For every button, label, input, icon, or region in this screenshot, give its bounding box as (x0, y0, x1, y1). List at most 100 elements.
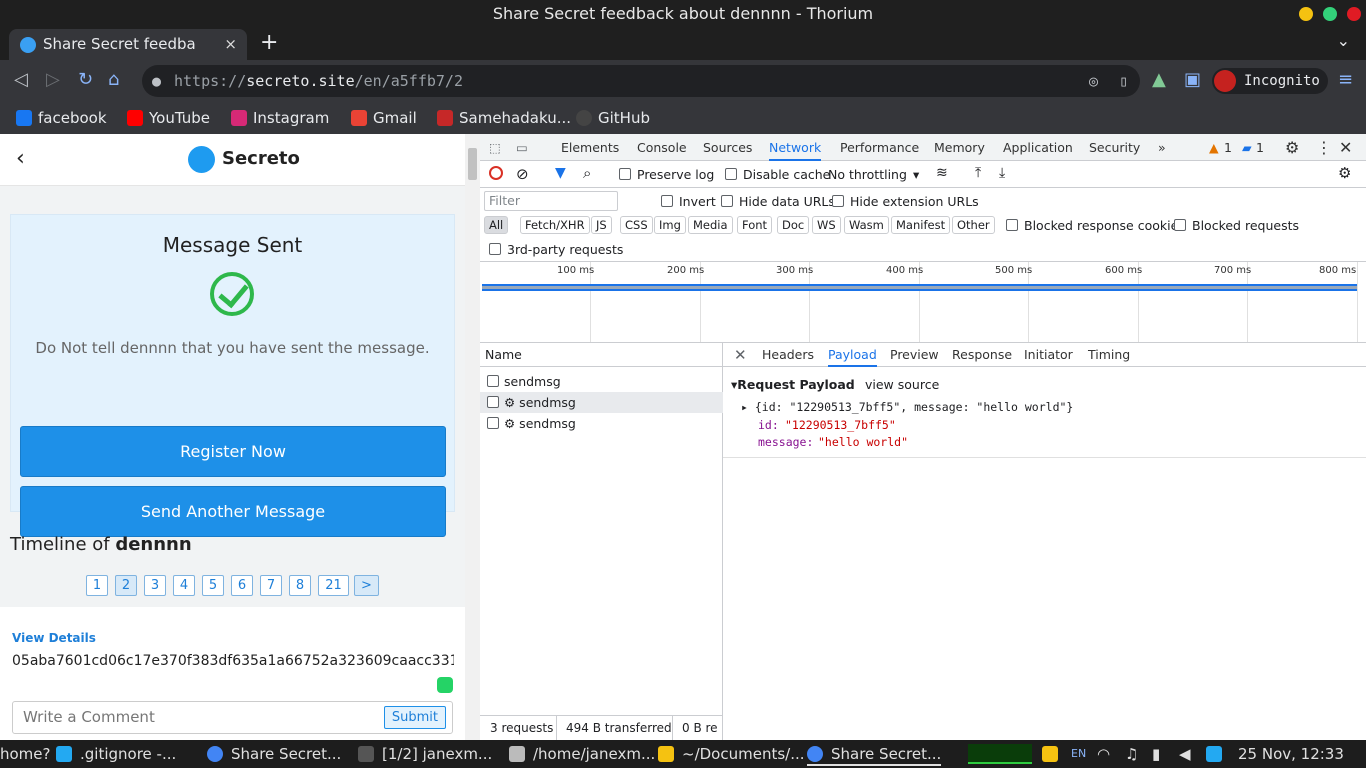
filter-input[interactable]: Filter (484, 191, 618, 211)
type-filter-ws[interactable]: WS (812, 216, 841, 234)
view-source-link[interactable]: view source (865, 377, 939, 392)
taskbar-item-browser[interactable]: Share Secret... (207, 744, 341, 764)
page-link[interactable]: 6 (231, 575, 253, 596)
bookmark-facebook[interactable]: facebook (16, 108, 107, 128)
page-link[interactable]: 4 (173, 575, 195, 596)
lab-flask-icon[interactable]: ▲ (1152, 70, 1166, 90)
hide-extension-urls-checkbox[interactable] (832, 195, 844, 207)
bookmark-youtube[interactable]: YouTube (127, 108, 210, 128)
type-filter-manifest[interactable]: Manifest (891, 216, 951, 234)
network-settings-icon[interactable]: ⚙ (1338, 164, 1351, 182)
page-link[interactable]: 21 (318, 575, 349, 596)
export-har-icon[interactable]: ⤓ (999, 165, 1005, 181)
type-filter-css[interactable]: CSS (620, 216, 653, 234)
comment-input[interactable]: Write a Comment Submit (12, 701, 453, 734)
message-icon[interactable]: ▰ (1242, 134, 1252, 161)
cpu-graph-widget[interactable] (968, 744, 1032, 764)
row-checkbox[interactable] (487, 375, 499, 387)
request-row[interactable]: ⚙ sendmsg (480, 413, 723, 434)
close-window-button[interactable] (1347, 7, 1361, 21)
throttling-chevron-icon[interactable]: ▾ (913, 167, 919, 182)
clear-icon[interactable]: ⊘ (516, 165, 529, 183)
device-toolbar-icon[interactable]: ▭ (516, 134, 528, 161)
new-tab-button[interactable]: + (260, 29, 278, 57)
page-scrollbar[interactable] (465, 134, 480, 740)
keyboard-layout[interactable]: EN (1071, 744, 1086, 764)
home-icon[interactable]: ⌂ (108, 70, 119, 90)
volume-icon[interactable]: ◀ (1179, 744, 1191, 764)
kebab-menu-icon[interactable]: ⋮ (1316, 134, 1332, 161)
detail-tab-payload[interactable]: Payload (828, 343, 877, 367)
type-filter-img[interactable]: Img (654, 216, 686, 234)
type-filter-all[interactable]: All (484, 216, 509, 234)
request-row[interactable]: sendmsg (480, 371, 723, 392)
detail-tab-initiator[interactable]: Initiator (1024, 343, 1073, 367)
type-filter-fetch[interactable]: Fetch/XHR (520, 216, 590, 234)
minimize-button[interactable] (1299, 7, 1313, 21)
clock[interactable]: 25 Nov, 12:33 (1238, 744, 1344, 764)
eye-off-icon[interactable]: ◎ (1089, 65, 1098, 97)
tab-performance[interactable]: Performance (840, 134, 919, 161)
payload-summary[interactable]: ▸ {id: "12290513_7bff5", message: "hello… (741, 400, 1073, 414)
back-chevron-icon[interactable]: ‹ (16, 146, 25, 171)
invert-checkbox[interactable] (661, 195, 673, 207)
notes-icon[interactable] (1042, 744, 1066, 764)
incognito-badge[interactable]: Incognito (1212, 68, 1328, 94)
reload-icon[interactable]: ↻ (78, 70, 93, 90)
inspect-element-icon[interactable]: ⬚ (489, 134, 501, 161)
tab-search-chevron-icon[interactable]: ⌄ (1337, 31, 1350, 50)
wifi-icon[interactable]: ◠ (1097, 744, 1110, 764)
bookmark-samehadaku[interactable]: Samehadaku... (437, 108, 571, 128)
tab-elements[interactable]: Elements (561, 134, 619, 161)
name-column-header[interactable]: Name (480, 343, 723, 367)
settings-gear-icon[interactable]: ⚙ (1285, 134, 1299, 161)
page-link[interactable]: 7 (260, 575, 282, 596)
payload-section-toggle[interactable]: ▾Request Payload (731, 377, 855, 392)
page-link[interactable]: 3 (144, 575, 166, 596)
import-har-icon[interactable]: ⤒ (975, 165, 981, 181)
request-row-selected[interactable]: ⚙ sendmsg (480, 392, 723, 413)
page-link[interactable]: 8 (289, 575, 311, 596)
taskbar-item-browser-active[interactable]: Share Secret... (807, 744, 942, 766)
send-another-message-button[interactable]: Send Another Message (20, 486, 446, 537)
next-page-link[interactable]: > (354, 575, 379, 596)
view-details-link[interactable]: View Details (12, 631, 96, 645)
submit-button[interactable]: Submit (383, 706, 446, 729)
type-filter-media[interactable]: Media (688, 216, 733, 234)
bookmark-instagram[interactable]: Instagram (231, 108, 329, 128)
back-arrow-icon[interactable]: ◁ (14, 70, 28, 90)
detail-tab-headers[interactable]: Headers (762, 343, 814, 367)
throttling-select[interactable]: No throttling (828, 167, 907, 182)
record-icon[interactable] (489, 166, 503, 180)
blocked-requests-checkbox[interactable] (1174, 219, 1186, 231)
filter-funnel-icon[interactable]: ▼ (555, 165, 566, 181)
tab-application[interactable]: Application (1003, 134, 1073, 161)
forward-arrow-icon[interactable]: ▷ (46, 70, 60, 90)
tab-sources[interactable]: Sources (703, 134, 752, 161)
bookmark-icon[interactable]: ▯ (1119, 65, 1128, 97)
menu-icon[interactable]: ≡ (1338, 70, 1353, 90)
type-filter-wasm[interactable]: Wasm (844, 216, 889, 234)
bookmark-gmail[interactable]: Gmail (351, 108, 417, 128)
preserve-log-checkbox[interactable] (619, 168, 631, 180)
scrollbar-thumb[interactable] (468, 148, 477, 180)
more-tabs-icon[interactable]: » (1158, 134, 1166, 161)
detail-tab-response[interactable]: Response (952, 343, 1012, 367)
type-filter-other[interactable]: Other (952, 216, 995, 234)
search-icon[interactable]: ⌕ (583, 164, 591, 182)
type-filter-font[interactable]: Font (737, 216, 773, 234)
tab-memory[interactable]: Memory (934, 134, 985, 161)
taskbar-item-files[interactable]: /home/janexm... (509, 744, 655, 764)
warning-icon[interactable]: ▲ (1209, 134, 1219, 161)
notification-bell-icon[interactable]: ♫ (1125, 744, 1138, 764)
battery-icon[interactable]: ▮ (1152, 744, 1160, 764)
site-info-icon[interactable]: ● (152, 65, 161, 97)
row-checkbox[interactable] (487, 396, 499, 408)
taskbar-item[interactable]: home? (0, 744, 51, 764)
type-filter-js[interactable]: JS (591, 216, 612, 234)
network-overview[interactable]: 100 ms 200 ms 300 ms 400 ms 500 ms 600 m… (480, 261, 1366, 343)
tab-network[interactable]: Network (769, 134, 822, 161)
row-checkbox[interactable] (487, 417, 499, 429)
address-bar[interactable]: ● https://secreto.site/en/a5ffb7/2 ◎ ▯ (142, 65, 1140, 97)
disable-cache-checkbox[interactable] (725, 168, 737, 180)
